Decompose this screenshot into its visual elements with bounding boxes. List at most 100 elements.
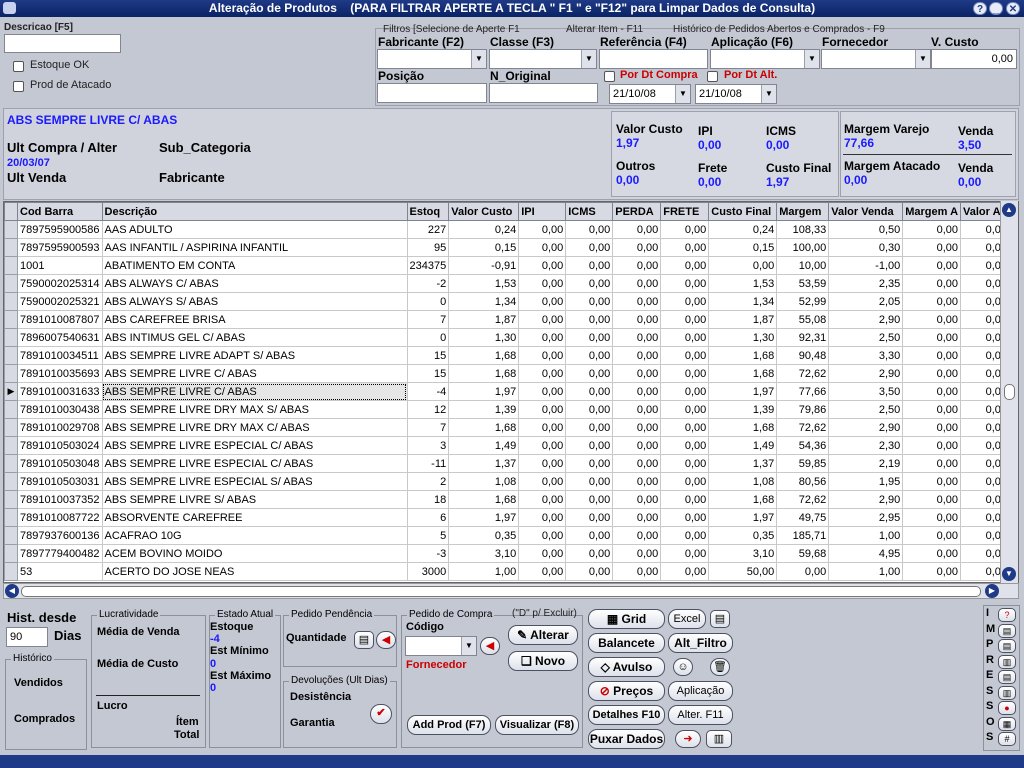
row-indicator[interactable] <box>4 256 18 275</box>
cell-valor-venda[interactable]: 2,90 <box>828 418 904 437</box>
cell-descricao[interactable]: ABATIMENTO EM CONTA <box>101 256 408 275</box>
cell-margem[interactable]: 77,66 <box>776 382 830 401</box>
column-header-estoq[interactable]: Estoq <box>406 202 450 221</box>
trash-icon[interactable]: 🗑 <box>710 658 730 676</box>
cell-frete[interactable]: 0,00 <box>660 544 710 563</box>
cell-valor-custo[interactable]: 1,00 <box>448 562 520 581</box>
cell-frete[interactable]: 0,00 <box>660 526 710 545</box>
cell-valor-venda[interactable]: 2,95 <box>828 508 904 527</box>
cell-margem[interactable]: 72,62 <box>776 364 830 383</box>
vertical-scrollbar[interactable]: ▲ ▼ <box>1000 201 1018 583</box>
cell-margem-atacado[interactable]: 0,00 <box>902 364 962 383</box>
alter-f11-button[interactable]: Alter. F11 <box>668 705 733 725</box>
cell-perda[interactable]: 0,00 <box>612 274 662 293</box>
table-row[interactable]: 7897937600136 ACAFRAO 10G 5 0,35 0,00 0,00 0,0… <box>4 526 1011 545</box>
cell-perda[interactable]: 0,00 <box>612 418 662 437</box>
cell-custo-final[interactable]: 1,34 <box>708 292 778 311</box>
check-icon[interactable]: ✔ <box>370 704 392 724</box>
cell-margem-atacado[interactable]: 0,00 <box>902 310 962 329</box>
cell-descricao[interactable]: AAS INFANTIL / ASPIRINA INFANTIL <box>101 238 408 257</box>
balancete-button[interactable]: Balancete <box>588 633 665 653</box>
cell-custo-final[interactable]: 1,68 <box>708 490 778 509</box>
cell-margem[interactable]: 90,48 <box>776 346 830 365</box>
table-row[interactable]: 7891010034511 ABS SEMPRE LIVRE ADAPT S/ A… <box>4 346 1011 365</box>
table-row[interactable]: 7891010035693 ABS SEMPRE LIVRE C/ ABAS 15 1… <box>4 364 1011 383</box>
cell-valor-venda[interactable]: 2,30 <box>828 436 904 455</box>
cell-estoq[interactable]: -4 <box>406 382 450 401</box>
cell-margem-atacado[interactable]: 0,00 <box>902 436 962 455</box>
cell-valor-custo[interactable]: 1,68 <box>448 418 520 437</box>
cell-frete[interactable]: 0,00 <box>660 274 710 293</box>
cell-icms[interactable]: 0,00 <box>565 436 614 455</box>
cell-perda[interactable]: 0,00 <box>612 310 662 329</box>
cell-margem-atacado[interactable]: 0,00 <box>902 562 962 581</box>
cell-margem-atacado[interactable]: 0,00 <box>902 256 962 275</box>
cell-descricao[interactable]: ACAFRAO 10G <box>101 526 408 545</box>
cell-frete[interactable]: 0,00 <box>660 490 710 509</box>
cell-ipi[interactable]: 0,00 <box>518 274 567 293</box>
cell-margem[interactable]: 53,59 <box>776 274 830 293</box>
column-header-frete[interactable]: FRETE <box>660 202 710 221</box>
cell-cod-barra[interactable]: 7897595900593 <box>17 238 103 257</box>
cell-valor-venda[interactable]: 1,95 <box>828 472 904 491</box>
row-indicator[interactable] <box>4 310 18 329</box>
precos-button[interactable]: ⊘ Preços <box>588 681 665 701</box>
cell-descricao[interactable]: ABS CAREFREE BRISA <box>101 310 408 329</box>
cell-perda[interactable]: 0,00 <box>612 472 662 491</box>
cell-custo-final[interactable]: 1,97 <box>708 508 778 527</box>
cell-frete[interactable]: 0,00 <box>660 328 710 347</box>
cell-frete[interactable]: 0,00 <box>660 562 710 581</box>
visualizar-button[interactable]: Visualizar (F8) <box>495 715 579 735</box>
cell-estoq[interactable]: 15 <box>406 346 450 365</box>
row-indicator[interactable] <box>4 472 18 491</box>
cell-ipi[interactable]: 0,00 <box>518 508 567 527</box>
cell-custo-final[interactable]: 1,30 <box>708 328 778 347</box>
row-indicator[interactable] <box>4 238 18 257</box>
cell-valor-venda[interactable]: -1,00 <box>828 256 904 275</box>
cell-custo-final[interactable]: 1,87 <box>708 310 778 329</box>
estoque-ok-checkbox[interactable] <box>13 61 24 72</box>
table-row[interactable]: 7897595900586 AAS ADULTO 227 0,24 0,00 0,00 0,… <box>4 220 1011 239</box>
cell-margem[interactable]: 10,00 <box>776 256 830 275</box>
cell-custo-final[interactable]: 1,39 <box>708 400 778 419</box>
column-header-custo-final[interactable]: Custo Final <box>708 202 778 221</box>
cell-icms[interactable]: 0,00 <box>565 454 614 473</box>
cell-ipi[interactable]: 0,00 <box>518 220 567 239</box>
cell-cod-barra[interactable]: 7590002025321 <box>17 292 103 311</box>
table-row[interactable]: 7891010087722 ABSORVENTE CAREFREE 6 1,97 0,0… <box>4 508 1011 527</box>
cell-valor-custo[interactable]: 1,87 <box>448 310 520 329</box>
cell-icms[interactable]: 0,00 <box>565 508 614 527</box>
cell-descricao[interactable]: ABSORVENTE CAREFREE <box>101 508 408 527</box>
cell-cod-barra[interactable]: 7891010087722 <box>17 508 103 527</box>
alt-filtro-button[interactable]: Alt_Filtro <box>668 633 733 653</box>
row-indicator[interactable] <box>4 454 18 473</box>
table-row[interactable]: 7590002025321 ABS ALWAYS S/ ABAS 0 1,34 0,00… <box>4 292 1011 311</box>
cell-ipi[interactable]: 0,00 <box>518 544 567 563</box>
column-header-perda[interactable]: PERDA <box>612 202 662 221</box>
cell-margem[interactable]: 92,31 <box>776 328 830 347</box>
cell-descricao[interactable]: ABS SEMPRE LIVRE ESPECIAL C/ ABAS <box>101 436 408 455</box>
row-indicator[interactable] <box>4 544 18 563</box>
row-indicator[interactable] <box>4 328 18 347</box>
cell-valor-venda[interactable]: 2,90 <box>828 310 904 329</box>
scroll-up-icon[interactable]: ▲ <box>1002 203 1016 217</box>
cell-valor-venda[interactable]: 2,90 <box>828 490 904 509</box>
cell-margem-atacado[interactable]: 0,00 <box>902 238 962 257</box>
cell-valor-custo[interactable]: 1,97 <box>448 382 520 401</box>
detalhes-button[interactable]: Detalhes F10 <box>588 705 665 725</box>
cell-margem[interactable]: 80,56 <box>776 472 830 491</box>
cell-valor-venda[interactable]: 2,50 <box>828 400 904 419</box>
row-indicator[interactable] <box>4 562 18 581</box>
cell-descricao[interactable]: ABS SEMPRE LIVRE ADAPT S/ ABAS <box>101 346 408 365</box>
print-preview-icon[interactable]: ▤ <box>998 639 1016 653</box>
puxar-dados-button[interactable]: Puxar Dados <box>588 729 665 749</box>
cell-icms[interactable]: 0,00 <box>565 382 614 401</box>
row-indicator[interactable] <box>4 364 18 383</box>
cell-estoq[interactable]: 5 <box>406 526 450 545</box>
cell-valor-venda[interactable]: 1,00 <box>828 562 904 581</box>
cell-margem[interactable]: 54,36 <box>776 436 830 455</box>
cell-estoq[interactable]: 6 <box>406 508 450 527</box>
cell-descricao[interactable]: ABS SEMPRE LIVRE C/ ABAS <box>101 382 408 401</box>
cell-cod-barra[interactable]: 7897937600136 <box>17 526 103 545</box>
referencia-input[interactable] <box>599 49 708 69</box>
